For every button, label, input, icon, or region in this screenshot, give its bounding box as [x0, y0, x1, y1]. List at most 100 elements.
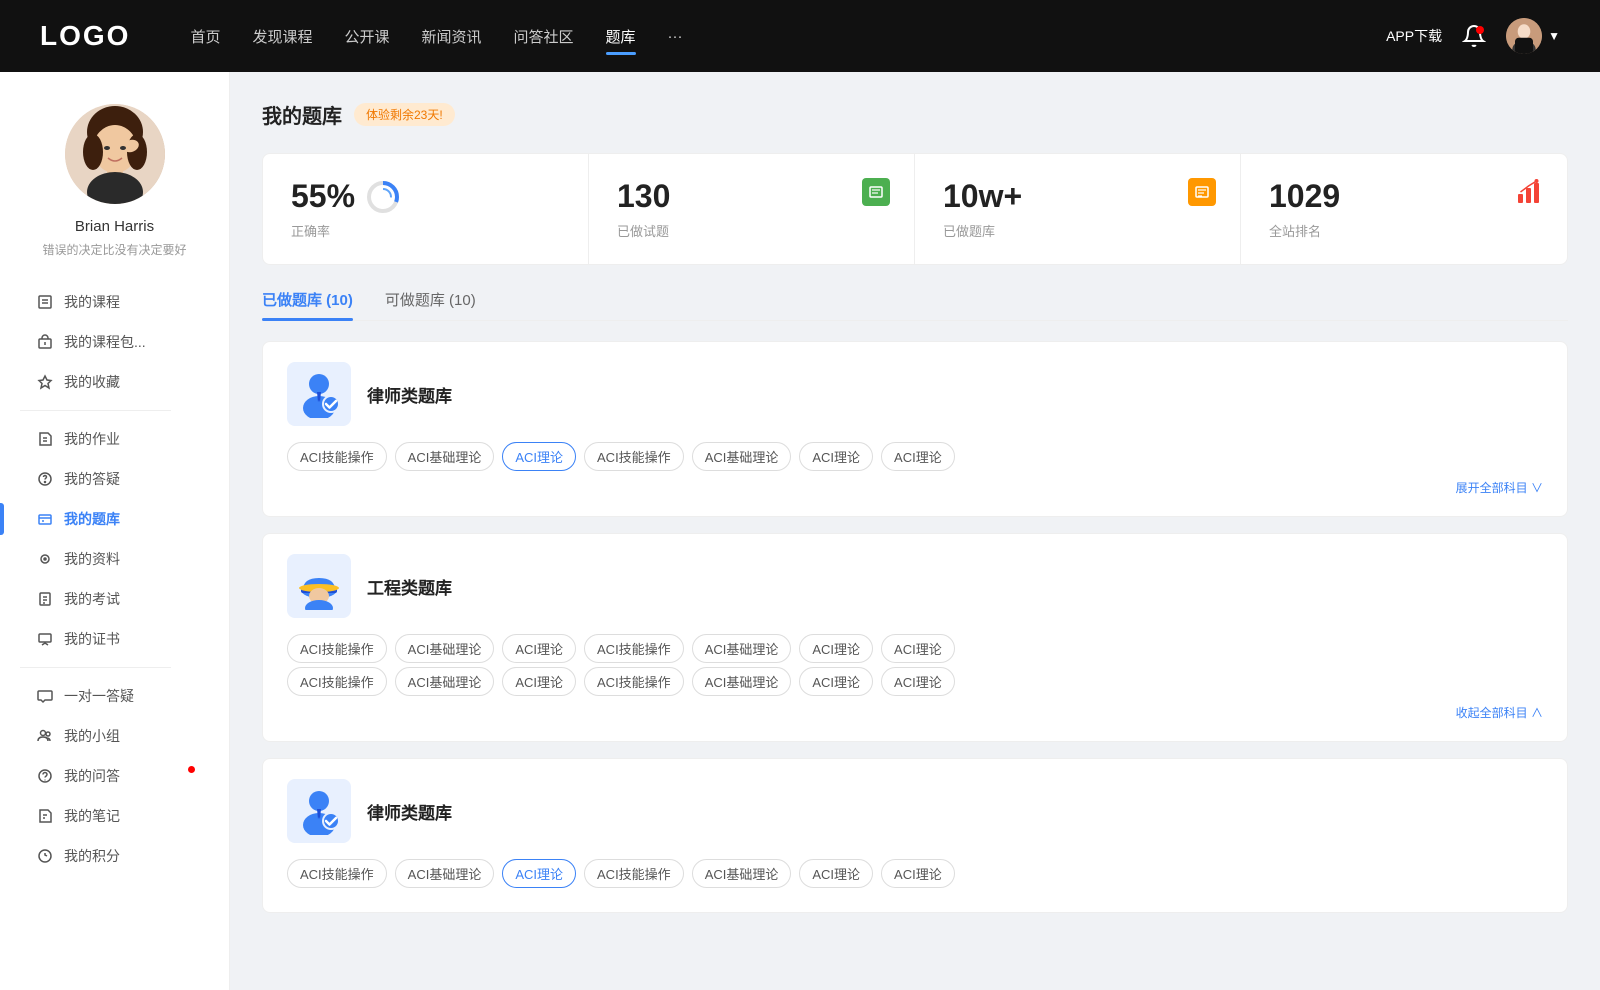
chat-icon [36, 687, 54, 705]
sidebar-item-notes[interactable]: 我的笔记 [20, 796, 209, 836]
sidebar-item-myqa[interactable]: 我的问答 [20, 756, 209, 796]
tags-row-1a: ACI技能操作 ACI基础理论 ACI理论 ACI技能操作 ACI基础理论 AC… [287, 634, 1543, 663]
material-icon [36, 550, 54, 568]
sidebar-item-group[interactable]: 我的小组 [20, 716, 209, 756]
sidebar-item-favorites[interactable]: 我的收藏 [20, 362, 209, 402]
expand-link-0[interactable]: 展开全部科目 ∨ [287, 479, 1543, 496]
tag-2-4[interactable]: ACI基础理论 [692, 859, 792, 888]
tag-2-0[interactable]: ACI技能操作 [287, 859, 387, 888]
user-avatar-button[interactable]: ▼ [1506, 18, 1560, 54]
package-icon [36, 333, 54, 351]
tag-1-4[interactable]: ACI基础理论 [692, 634, 792, 663]
tag-1-6[interactable]: ACI理论 [881, 634, 955, 663]
tag-1-9[interactable]: ACI理论 [502, 667, 576, 696]
sidebar: Brian Harris 错误的决定比没有决定要好 我的课程 我的课程包... [0, 72, 230, 990]
tab-done-banks[interactable]: 已做题库 (10) [262, 289, 353, 320]
bank-icon-lawyer-0 [287, 362, 351, 426]
points-icon [36, 847, 54, 865]
sidebar-item-cert-label: 我的证书 [64, 629, 120, 649]
main-layout: Brian Harris 错误的决定比没有决定要好 我的课程 我的课程包... [0, 72, 1600, 990]
sidebar-item-favorites-label: 我的收藏 [64, 372, 120, 392]
tag-1-13[interactable]: ACI理论 [881, 667, 955, 696]
nav-home[interactable]: 首页 [190, 22, 220, 51]
nav-more[interactable]: ··· [668, 24, 683, 49]
tag-1-12[interactable]: ACI理论 [799, 667, 873, 696]
rank-icon [1515, 178, 1543, 206]
stat-accuracy-label: 正确率 [291, 221, 560, 240]
profile-bio: 错误的决定比没有决定要好 [42, 241, 186, 258]
tag-0-0[interactable]: ACI技能操作 [287, 442, 387, 471]
sidebar-item-homework[interactable]: 我的作业 [20, 419, 209, 459]
stat-done-banks: 10w+ 已做题库 [915, 154, 1241, 264]
sidebar-item-qa-answer[interactable]: 我的答疑 [20, 459, 209, 499]
sidebar-item-1v1-label: 一对一答疑 [64, 686, 134, 706]
bank-title-2: 律师类题库 [367, 799, 452, 824]
nav-open-course[interactable]: 公开课 [344, 22, 389, 51]
stat-accuracy-value: 55% [291, 178, 560, 215]
tag-2-3[interactable]: ACI技能操作 [584, 859, 684, 888]
group-icon [36, 727, 54, 745]
tag-1-2[interactable]: ACI理论 [502, 634, 576, 663]
tag-1-1[interactable]: ACI基础理论 [395, 634, 495, 663]
tag-1-7[interactable]: ACI技能操作 [287, 667, 387, 696]
collapse-link-1[interactable]: 收起全部科目 ∧ [287, 704, 1543, 721]
nav-news[interactable]: 新闻资讯 [422, 22, 482, 51]
sidebar-item-bank[interactable]: 我的题库 [20, 499, 209, 539]
qa-icon [36, 767, 54, 785]
tag-1-5[interactable]: ACI理论 [799, 634, 873, 663]
tag-0-2[interactable]: ACI理论 [502, 442, 576, 471]
tags-row-1b: ACI技能操作 ACI基础理论 ACI理论 ACI技能操作 ACI基础理论 AC… [287, 667, 1543, 696]
sidebar-item-1v1[interactable]: 一对一答疑 [20, 676, 209, 716]
done-banks-icon [1188, 178, 1216, 206]
nav-discover[interactable]: 发现课程 [252, 22, 312, 51]
sidebar-item-course[interactable]: 我的课程 [20, 282, 209, 322]
tag-0-3[interactable]: ACI技能操作 [584, 442, 684, 471]
nav-menu: 首页 发现课程 公开课 新闻资讯 问答社区 题库 ··· [190, 22, 1386, 51]
bank-title-1: 工程类题库 [367, 574, 452, 599]
nav-qa[interactable]: 问答社区 [514, 22, 574, 51]
sidebar-item-qa-label: 我的答疑 [64, 469, 120, 489]
stat-done-questions-label: 已做试题 [617, 221, 886, 240]
notification-bell[interactable] [1462, 24, 1486, 48]
tag-1-10[interactable]: ACI技能操作 [584, 667, 684, 696]
tag-2-2[interactable]: ACI理论 [502, 859, 576, 888]
sidebar-item-group-label: 我的小组 [64, 726, 120, 746]
tag-1-0[interactable]: ACI技能操作 [287, 634, 387, 663]
course-icon [36, 293, 54, 311]
navbar: LOGO 首页 发现课程 公开课 新闻资讯 问答社区 题库 ··· APP下载 [0, 0, 1600, 72]
tab-available-banks[interactable]: 可做题库 (10) [385, 289, 476, 320]
sidebar-item-package-label: 我的课程包... [64, 332, 146, 352]
stat-done-banks-value: 10w+ [943, 178, 1212, 215]
sidebar-item-material[interactable]: 我的资料 [20, 539, 209, 579]
profile-name: Brian Harris [75, 218, 154, 235]
sidebar-item-points[interactable]: 我的积分 [20, 836, 209, 876]
tag-2-5[interactable]: ACI理论 [799, 859, 873, 888]
sidebar-menu: 我的课程 我的课程包... 我的收藏 [0, 282, 229, 876]
tag-0-6[interactable]: ACI理论 [881, 442, 955, 471]
nav-bank[interactable]: 题库 [606, 22, 636, 51]
app-download-button[interactable]: APP下载 [1386, 26, 1442, 46]
profile-avatar [65, 104, 165, 204]
bank-header-1: 工程类题库 [287, 554, 1543, 618]
qa-badge [188, 766, 195, 773]
tag-1-11[interactable]: ACI基础理论 [692, 667, 792, 696]
tag-2-6[interactable]: ACI理论 [881, 859, 955, 888]
stat-done-questions-value: 130 [617, 178, 886, 215]
tag-1-3[interactable]: ACI技能操作 [584, 634, 684, 663]
sidebar-item-cert[interactable]: 我的证书 [20, 619, 209, 659]
stat-rank-label: 全站排名 [1269, 221, 1539, 240]
dropdown-arrow-icon: ▼ [1548, 29, 1560, 43]
question-icon [36, 470, 54, 488]
tag-2-1[interactable]: ACI基础理论 [395, 859, 495, 888]
tag-1-8[interactable]: ACI基础理论 [395, 667, 495, 696]
bank-icon-lawyer-2 [287, 779, 351, 843]
bank-header-0: 律师类题库 [287, 362, 1543, 426]
tag-0-4[interactable]: ACI基础理论 [692, 442, 792, 471]
bank-title-0: 律师类题库 [367, 382, 452, 407]
sidebar-item-exam[interactable]: 我的考试 [20, 579, 209, 619]
sidebar-item-bank-label: 我的题库 [64, 509, 120, 529]
tag-0-1[interactable]: ACI基础理论 [395, 442, 495, 471]
stat-rank: 1029 全站排名 [1241, 154, 1567, 264]
sidebar-item-package[interactable]: 我的课程包... [20, 322, 209, 362]
tag-0-5[interactable]: ACI理论 [799, 442, 873, 471]
